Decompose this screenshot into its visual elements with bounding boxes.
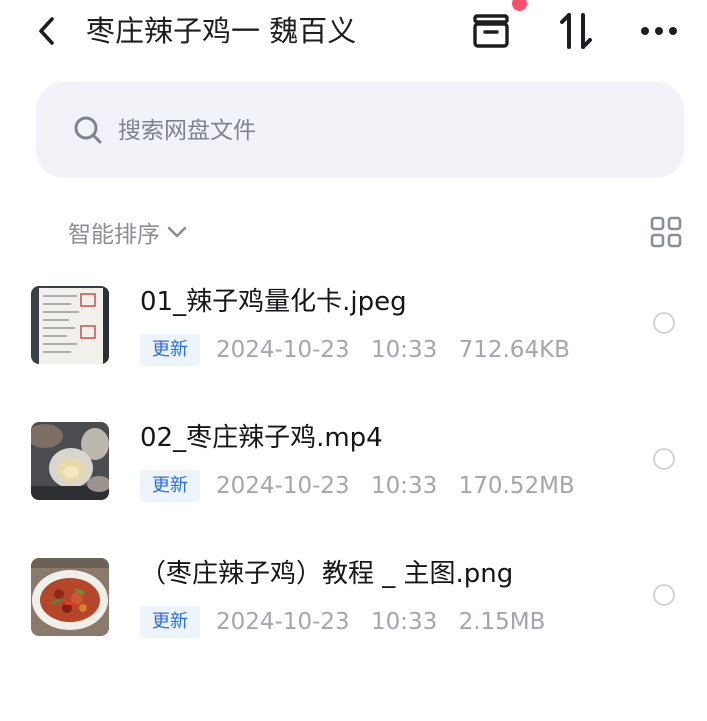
back-button[interactable] — [30, 12, 64, 50]
file-time: 10:33 — [370, 609, 438, 635]
grid-view-icon — [650, 216, 682, 248]
update-badge: 更新 — [140, 606, 200, 638]
more-button[interactable] — [638, 10, 680, 52]
file-name: 02_枣庄辣子鸡.mp4 — [140, 423, 383, 453]
file-row[interactable]: 02_枣庄辣子鸡.mp4 更新 2024-10-23 10:33 170.52M… — [0, 422, 707, 522]
file-size: 2.15MB — [458, 609, 546, 635]
file-thumbnail-image — [31, 558, 109, 636]
select-radio[interactable] — [653, 584, 675, 606]
file-name: 01_辣子鸡量化卡.jpeg — [140, 287, 407, 317]
sort-label: 智能排序 — [68, 222, 160, 248]
file-time: 10:33 — [370, 337, 438, 363]
file-size: 712.64KB — [458, 337, 570, 363]
file-date: 2024-10-23 — [216, 609, 350, 635]
file-size: 170.52MB — [458, 473, 575, 499]
file-date: 2024-10-23 — [216, 337, 350, 363]
file-row[interactable]: （枣庄辣子鸡）教程 _ 主图.png 更新 2024-10-23 10:33 2… — [0, 558, 707, 658]
file-meta: 2024-10-23 10:33 170.52MB — [216, 470, 589, 502]
search-icon — [74, 116, 102, 144]
chevron-down-icon — [167, 226, 187, 238]
search-input[interactable] — [116, 108, 620, 154]
file-time: 10:33 — [370, 473, 438, 499]
update-badge: 更新 — [140, 334, 200, 366]
file-date: 2024-10-23 — [216, 473, 350, 499]
grid-view-button[interactable] — [648, 214, 684, 250]
file-folder-page: 枣庄辣子鸡一 魏百义 搜索网盘文件 智能排序 01_辣子鸡量化卡.jpeg 更新… — [0, 0, 707, 721]
sort-arrows-icon — [560, 13, 592, 49]
archive-button[interactable] — [470, 0, 527, 52]
more-dots-icon — [641, 27, 677, 35]
archive-box-icon — [473, 14, 509, 48]
file-meta: 2024-10-23 10:33 2.15MB — [216, 606, 559, 638]
search-bar[interactable] — [36, 82, 684, 178]
page-title: 枣庄辣子鸡一 魏百义 — [86, 14, 357, 48]
sort-button[interactable] — [555, 10, 597, 52]
sort-selector[interactable]: 智能排序 — [68, 214, 188, 250]
chevron-left-icon — [39, 17, 54, 45]
file-meta: 2024-10-23 10:33 712.64KB — [216, 334, 584, 366]
file-thumbnail-document — [31, 286, 109, 364]
select-radio[interactable] — [653, 312, 675, 334]
select-radio[interactable] — [653, 448, 675, 470]
notification-dot — [512, 0, 527, 11]
file-thumbnail-video — [31, 422, 109, 500]
file-row[interactable]: 01_辣子鸡量化卡.jpeg 更新 2024-10-23 10:33 712.6… — [0, 286, 707, 386]
top-bar: 枣庄辣子鸡一 魏百义 — [0, 0, 707, 64]
file-name: （枣庄辣子鸡）教程 _ 主图.png — [140, 559, 514, 589]
update-badge: 更新 — [140, 470, 200, 502]
